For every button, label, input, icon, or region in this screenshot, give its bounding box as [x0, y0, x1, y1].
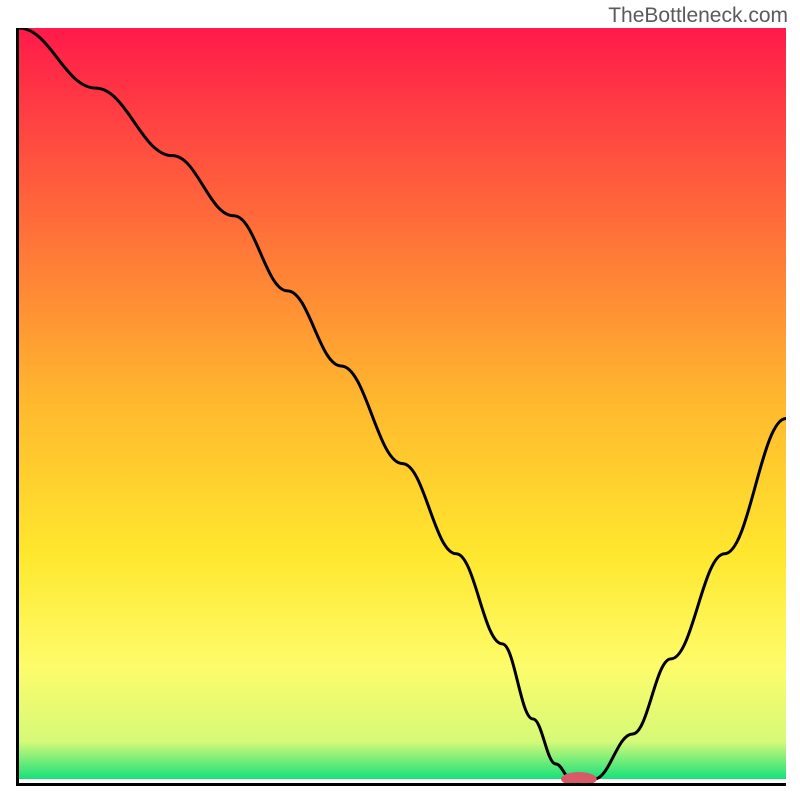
chart-svg	[19, 28, 786, 783]
chart-background-gradient	[19, 28, 786, 779]
chart-plot-area	[16, 28, 786, 786]
watermark-label: TheBottleneck.com	[608, 4, 788, 28]
